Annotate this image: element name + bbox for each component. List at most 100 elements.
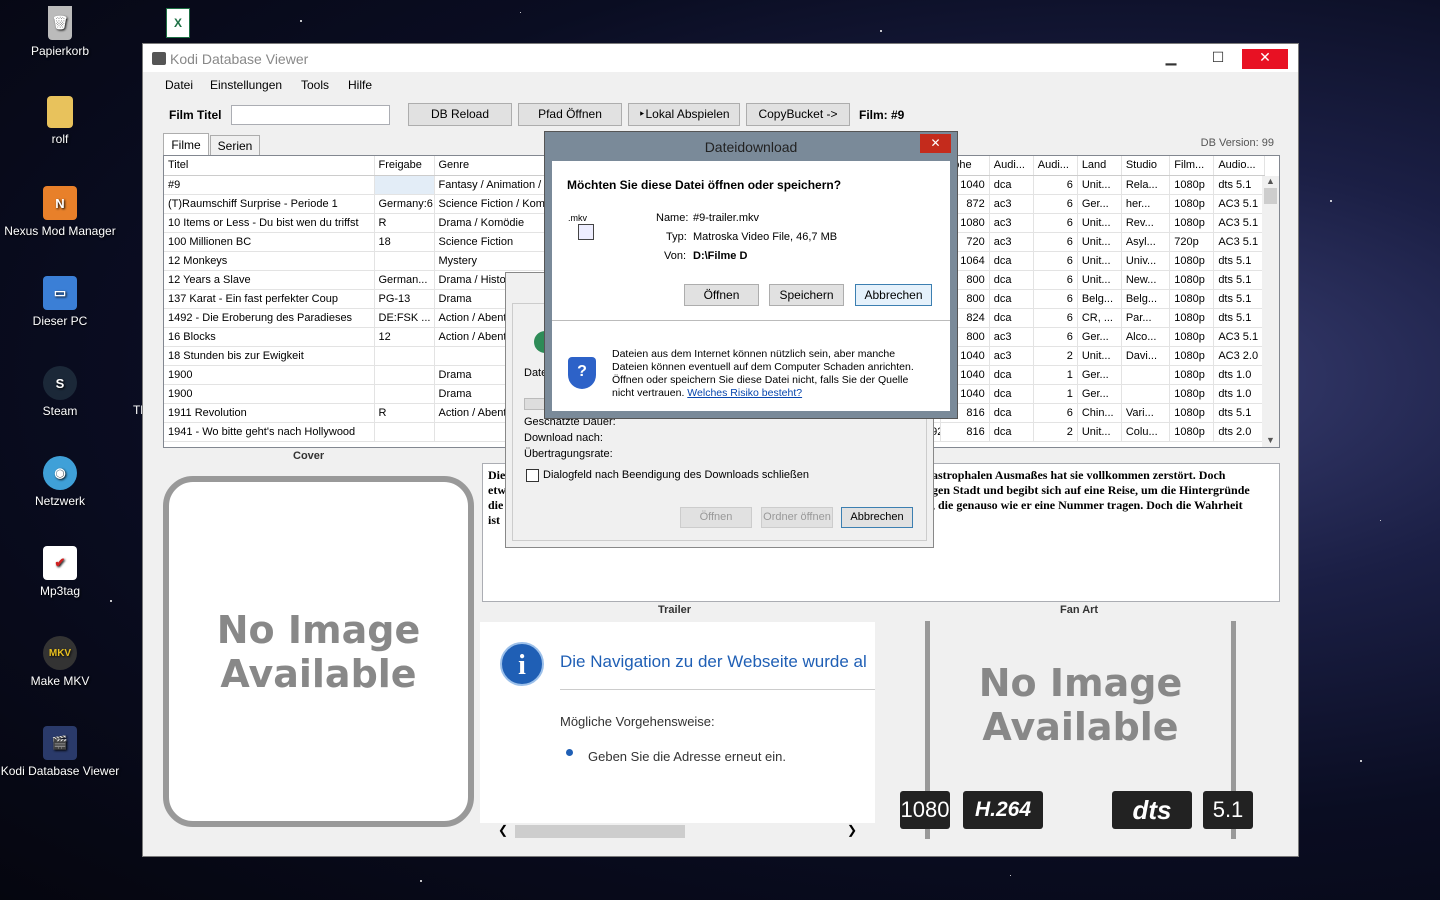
desktop-icon-netzwerk[interactable]: ◉ Netzwerk bbox=[0, 456, 120, 508]
desktop-icon-mp3tag[interactable]: ✔ Mp3tag bbox=[0, 546, 120, 598]
table-row[interactable]: 16 Blocks 12 Action / Abent bbox=[164, 327, 550, 347]
column-header[interactable]: Titel bbox=[164, 156, 375, 176]
risk-link[interactable]: Welches Risiko besteht? bbox=[687, 387, 802, 399]
table-row[interactable]: 1900 Drama bbox=[164, 365, 550, 385]
table-row[interactable]: 1941 - Wo bitte geht's nach Hollywood bbox=[164, 422, 550, 442]
table-cell: 12 bbox=[374, 327, 435, 347]
scroll-right-icon[interactable]: ❯ bbox=[847, 823, 857, 837]
table-row[interactable]: 20800dca6Belg...Belg...1080pdts 5.1 bbox=[921, 289, 1265, 309]
scroll-down-icon[interactable]: ▼ bbox=[1262, 435, 1279, 445]
table-row[interactable]: 12 Monkeys Mystery bbox=[164, 251, 550, 271]
close-button[interactable]: ✕ bbox=[1242, 49, 1288, 69]
table-row[interactable]: 201040dca1Ger...1080pdts 1.0 bbox=[921, 365, 1265, 385]
table-row[interactable]: 20816dca6Chin...Vari...1080pdts 5.1 bbox=[921, 403, 1265, 423]
table-row[interactable]: 137 Karat - Ein fast perfekter Coup PG-13… bbox=[164, 289, 550, 309]
desktop-icon-makemkv[interactable]: MKV Make MKV bbox=[0, 636, 120, 688]
table-row[interactable]: 10 Items or Less - Du bist wen du triffs… bbox=[164, 213, 550, 233]
table-row[interactable]: 12 Years a Slave German... Drama / Histor bbox=[164, 270, 550, 290]
table-row[interactable]: 20824dca6CR, ...Par...1080pdts 5.1 bbox=[921, 308, 1265, 328]
minimize-button[interactable]: ▁ bbox=[1148, 49, 1194, 69]
table-cell: dca bbox=[989, 270, 1034, 290]
db-version-label: DB Version: 99 bbox=[1200, 137, 1274, 149]
copy-bucket-button[interactable]: CopyBucket -> bbox=[746, 103, 850, 126]
table-cell: R bbox=[374, 403, 435, 423]
dialog-close-icon[interactable]: ✕ bbox=[920, 134, 951, 153]
column-header[interactable]: Genre bbox=[434, 156, 550, 176]
table-row[interactable]: 100 Millionen BC 18 Science Fiction bbox=[164, 232, 550, 252]
table-row[interactable]: 201040dca1Ger...1080pdts 1.0 bbox=[921, 384, 1265, 404]
column-header[interactable]: Audi... bbox=[1033, 156, 1078, 176]
table-row[interactable]: 241064dca6Unit...Univ...1080pdts 5.1 bbox=[921, 251, 1265, 271]
table-row[interactable]: 201080ac36Unit...Rev...1080pAC3 5.1 bbox=[921, 213, 1265, 233]
column-header[interactable]: Freigabe bbox=[374, 156, 435, 176]
table-cell: dts 1.0 bbox=[1213, 365, 1265, 385]
play-local-button[interactable]: ‣Lokal Abspielen bbox=[628, 103, 740, 126]
table-row[interactable]: 201040ac32Unit...Davi...1080pAC3 2.0 bbox=[921, 346, 1265, 366]
db-reload-button[interactable]: DB Reload bbox=[408, 103, 512, 126]
close-when-done-checkbox[interactable] bbox=[526, 469, 539, 482]
table-row[interactable]: 1911 Revolution R Action / Abent bbox=[164, 403, 550, 423]
fanart-panel: No Image Available 1080 H.264 dts 5.1 bbox=[900, 621, 1253, 839]
grid-scrollbar[interactable]: ▲ ▼ bbox=[1262, 176, 1279, 447]
trailer-hscrollbar[interactable]: ❮ ❯ bbox=[480, 823, 875, 840]
desktop-icon-rolf[interactable]: rolf bbox=[0, 96, 120, 146]
table-cell: 1080p bbox=[1169, 251, 1215, 271]
progress-cancel-button[interactable]: Abbrechen bbox=[841, 507, 913, 528]
scroll-thumb[interactable] bbox=[1264, 188, 1277, 204]
desktop-icon-kodi-viewer[interactable]: 🎬 Kodi Database Viewer bbox=[0, 726, 120, 778]
column-header[interactable]: Film... bbox=[1169, 156, 1215, 176]
menu-datei[interactable]: Datei bbox=[165, 78, 193, 92]
table-row[interactable]: 1920816dca2Unit...Colu...1080pdts 2.0 bbox=[921, 422, 1265, 442]
table-cell: 2 bbox=[1033, 422, 1078, 442]
menu-tools[interactable]: Tools bbox=[301, 78, 329, 92]
table-row[interactable]: 20872ac36Ger...her...1080pAC3 5.1 bbox=[921, 194, 1265, 214]
open-path-button[interactable]: Pfad Öffnen bbox=[518, 103, 622, 126]
table-row[interactable]: #9 Fantasy / Animation / bbox=[164, 175, 550, 195]
scroll-up-icon[interactable]: ▲ bbox=[1262, 176, 1279, 186]
desktop-icon-steam[interactable]: S Steam bbox=[0, 366, 120, 418]
table-cell: Unit... bbox=[1077, 422, 1122, 442]
tab-filme[interactable]: Filme bbox=[163, 133, 209, 156]
open-folder-button[interactable]: Ordner öffnen bbox=[761, 507, 833, 528]
desktop-icon-papierkorb[interactable]: 🗑 Papierkorb bbox=[0, 6, 120, 58]
open-button[interactable]: Öffnen bbox=[684, 284, 759, 306]
table-row[interactable]: 20800ac36Ger...Alco...1080pAC3 5.1 bbox=[921, 327, 1265, 347]
table-cell: Rev... bbox=[1121, 213, 1171, 233]
hscroll-thumb[interactable] bbox=[515, 825, 685, 838]
column-header[interactable]: Studio bbox=[1121, 156, 1171, 176]
table-row[interactable]: (T)Raumschiff Surprise - Periode 1 German… bbox=[164, 194, 550, 214]
table-row[interactable]: 20720ac36Unit...Asyl...720pAC3 5.1 bbox=[921, 232, 1265, 252]
scroll-left-icon[interactable]: ❮ bbox=[498, 823, 508, 837]
tab-serien[interactable]: Serien bbox=[210, 135, 260, 156]
makemkv-icon: MKV bbox=[43, 636, 77, 670]
save-button[interactable]: Speichern bbox=[769, 284, 844, 306]
trailer-browser[interactable]: i Die Navigation zu der Webseite wurde a… bbox=[480, 622, 875, 840]
table-row[interactable]: 201040dca6Unit...Rela...1080pdts 5.1 bbox=[921, 175, 1265, 195]
maximize-button[interactable]: ☐ bbox=[1195, 49, 1241, 69]
table-row[interactable]: 20800dca6Unit...New...1080pdts 5.1 bbox=[921, 270, 1265, 290]
table-cell: dca bbox=[989, 289, 1034, 309]
computer-icon: ▭ bbox=[43, 276, 77, 310]
cancel-button[interactable]: Abbrechen bbox=[855, 284, 932, 306]
column-header[interactable]: Audi... bbox=[989, 156, 1034, 176]
audio-codec-badge: dts bbox=[1112, 791, 1192, 829]
desktop-icon-nexus[interactable]: N Nexus Mod Manager bbox=[0, 186, 120, 238]
table-row[interactable]: 1492 - Die Eroberung des Paradieses DE:FS… bbox=[164, 308, 550, 328]
table-row[interactable]: 1900 Drama bbox=[164, 384, 550, 404]
desktop-icon-dieser-pc[interactable]: ▭ Dieser PC bbox=[0, 276, 120, 328]
dialog-title-bar: Dateidownload ✕ bbox=[545, 132, 957, 161]
fanart-noimage-line1: No Image bbox=[978, 661, 1183, 705]
table-row[interactable]: 18 Stunden bis zur Ewigkeit bbox=[164, 346, 550, 366]
column-header[interactable]: Land bbox=[1077, 156, 1122, 176]
table-cell: 2 bbox=[1033, 346, 1078, 366]
excel-file-icon[interactable]: X bbox=[166, 8, 190, 38]
progress-open-button[interactable]: Öffnen bbox=[680, 507, 752, 528]
table-cell: 1080p bbox=[1169, 327, 1215, 347]
file-name-value: #9-trailer.mkv bbox=[693, 212, 760, 224]
desktop-icon-label: Netzwerk bbox=[34, 494, 85, 508]
column-header[interactable]: Audio... bbox=[1213, 156, 1265, 176]
plot-line: astrophalen Ausmaßes hat sie vollkommen … bbox=[932, 468, 1226, 482]
menu-hilfe[interactable]: Hilfe bbox=[348, 78, 372, 92]
menu-einstellungen[interactable]: Einstellungen bbox=[210, 78, 282, 92]
film-title-input[interactable] bbox=[231, 105, 390, 125]
